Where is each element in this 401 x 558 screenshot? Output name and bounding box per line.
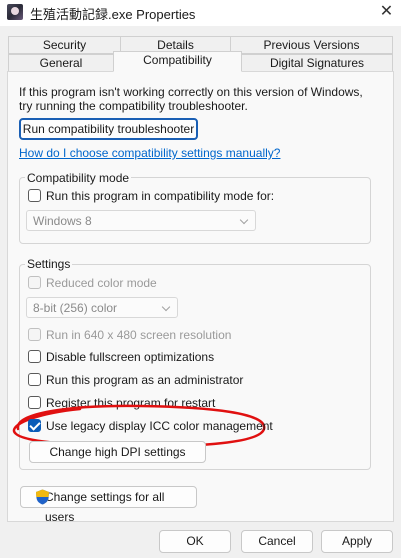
cancel-button[interactable]: Cancel (241, 530, 313, 553)
legacy-icc-row[interactable]: Use legacy display ICC color management (28, 418, 328, 434)
reduced-color-checkbox[interactable] (28, 276, 41, 289)
compat-mode-label: Run this program in compatibility mode f… (46, 189, 275, 203)
run-admin-checkbox[interactable] (28, 373, 41, 386)
tab-previous-versions[interactable]: Previous Versions (230, 36, 393, 54)
run-admin-row[interactable]: Run this program as an administrator (28, 372, 328, 388)
run-640-row[interactable]: Run in 640 x 480 screen resolution (28, 327, 328, 343)
color-depth-value: 8-bit (256) color (33, 301, 118, 315)
change-high-dpi-button[interactable]: Change high DPI settings (29, 441, 206, 463)
settings-title: Settings (25, 257, 73, 271)
run-640-checkbox[interactable] (28, 328, 41, 341)
disable-fullscreen-checkbox[interactable] (28, 350, 41, 363)
chevron-down-icon (239, 215, 249, 225)
tab-strip: Security Details Previous Versions Gener… (0, 33, 401, 73)
compat-mode-checkbox-row[interactable]: Run this program in compatibility mode f… (28, 188, 328, 204)
disable-fullscreen-row[interactable]: Disable fullscreen optimizations (28, 349, 328, 365)
window-title: 生殖活動記録.exe Properties (30, 7, 196, 22)
help-link[interactable]: How do I choose compatibility settings m… (19, 146, 280, 160)
os-select[interactable]: Windows 8 (26, 210, 256, 231)
compat-mode-title: Compatibility mode (25, 171, 132, 185)
tab-general[interactable]: General (8, 54, 114, 72)
close-icon[interactable]: ✕ (372, 0, 401, 26)
intro-text: If this program isn't working correctly … (19, 85, 363, 113)
color-depth-select[interactable]: 8-bit (256) color (26, 297, 178, 318)
legacy-icc-label: Use legacy display ICC color management (46, 419, 273, 433)
os-select-value: Windows 8 (33, 214, 92, 228)
uac-shield-icon (36, 489, 49, 505)
chevron-down-icon (161, 302, 171, 312)
run-admin-label: Run this program as an administrator (46, 373, 244, 387)
legacy-icc-checkbox[interactable] (28, 419, 41, 432)
ok-button[interactable]: OK (159, 530, 231, 553)
disable-fullscreen-label: Disable fullscreen optimizations (46, 350, 215, 364)
compat-mode-checkbox[interactable] (28, 189, 41, 202)
tab-compatibility[interactable]: Compatibility (113, 51, 242, 72)
reduced-color-label: Reduced color mode (46, 276, 157, 290)
reduced-color-row[interactable]: Reduced color mode (28, 275, 328, 291)
run-640-label: Run in 640 x 480 screen resolution (46, 328, 232, 342)
run-troubleshooter-button[interactable]: Run compatibility troubleshooter (19, 118, 198, 140)
app-icon (7, 4, 23, 20)
tab-security[interactable]: Security (8, 36, 121, 54)
apply-button[interactable]: Apply (321, 530, 393, 553)
title-bar: 生殖活動記録.exe Properties ✕ (0, 0, 401, 26)
tab-digital-signatures[interactable]: Digital Signatures (241, 54, 393, 72)
